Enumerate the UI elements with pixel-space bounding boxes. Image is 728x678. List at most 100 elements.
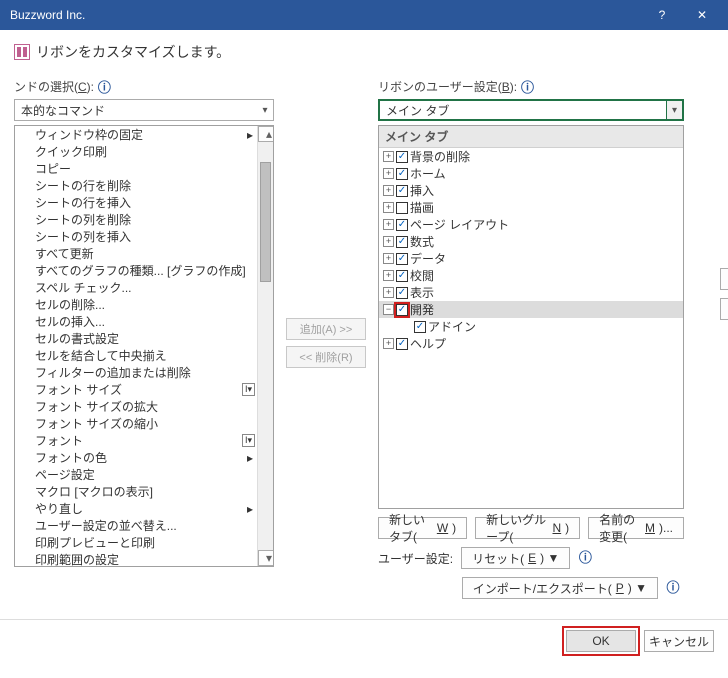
info-icon[interactable] xyxy=(578,551,592,565)
remove-button[interactable]: << 削除(R) xyxy=(286,346,366,368)
new-group-button[interactable]: 新しいグループ(N) xyxy=(475,517,580,539)
command-icon xyxy=(17,298,31,312)
list-item[interactable]: ページ設定 xyxy=(15,466,257,483)
expand-icon[interactable]: + xyxy=(383,219,394,230)
tree-row[interactable]: +データ xyxy=(379,250,683,267)
list-item[interactable]: シートの列を削除 xyxy=(15,211,257,228)
info-icon[interactable] xyxy=(97,81,111,95)
reset-button[interactable]: リセット(E) ▼ xyxy=(461,547,570,569)
list-item[interactable]: スペル チェック... xyxy=(15,279,257,296)
list-item[interactable]: セルの書式設定 xyxy=(15,330,257,347)
tree-row[interactable]: +校閲 xyxy=(379,267,683,284)
checkbox[interactable] xyxy=(396,270,408,282)
tree-row[interactable]: − 開発 xyxy=(379,301,683,318)
list-item[interactable]: シートの列を挿入 xyxy=(15,228,257,245)
list-item[interactable]: 印刷プレビューと印刷 xyxy=(15,534,257,551)
close-button[interactable]: ✕ xyxy=(682,0,722,30)
list-item[interactable]: シートの行を挿入 xyxy=(15,194,257,211)
expand-icon[interactable]: + xyxy=(383,151,394,162)
checkbox[interactable] xyxy=(396,338,408,350)
tree-row[interactable]: +挿入 xyxy=(379,182,683,199)
expand-icon[interactable]: + xyxy=(383,236,394,247)
expand-icon[interactable]: + xyxy=(383,338,394,349)
command-icon xyxy=(17,349,31,363)
tree-row[interactable]: +背景の削除 xyxy=(379,148,683,165)
checkbox[interactable] xyxy=(396,185,408,197)
checkbox[interactable] xyxy=(396,168,408,180)
titlebar: Buzzword Inc. ? ✕ xyxy=(0,0,728,30)
help-button[interactable]: ? xyxy=(642,0,682,30)
chevron-down-icon xyxy=(257,100,273,120)
expand-icon[interactable]: + xyxy=(383,253,394,264)
command-icon xyxy=(17,383,31,397)
tree-label: 開発 xyxy=(410,301,434,318)
scroll-up[interactable]: ▴ xyxy=(258,126,274,142)
list-item[interactable]: セルの削除... xyxy=(15,296,257,313)
list-item[interactable]: フォントI▾ xyxy=(15,432,257,449)
tree-row[interactable]: + ホーム xyxy=(379,165,683,182)
new-tab-button[interactable]: 新しいタブ(W) xyxy=(378,517,467,539)
list-item[interactable]: セルの挿入... xyxy=(15,313,257,330)
checkbox[interactable] xyxy=(396,253,408,265)
checkbox[interactable] xyxy=(396,202,408,214)
ribbon-combo[interactable]: メイン タブ xyxy=(378,99,684,121)
tree-row[interactable]: +表示 xyxy=(379,284,683,301)
list-item[interactable]: コピー xyxy=(15,160,257,177)
expand-icon[interactable]: + xyxy=(383,202,394,213)
list-item[interactable]: ユーザー設定の並べ替え... xyxy=(15,517,257,534)
expand-icon[interactable]: + xyxy=(383,168,394,179)
list-item[interactable]: ウィンドウ枠の固定▸ xyxy=(15,126,257,143)
commands-listbox[interactable]: ウィンドウ枠の固定▸クイック印刷コピーシートの行を削除シートの行を挿入シートの列… xyxy=(14,125,274,567)
list-item[interactable]: フォント サイズの縮小 xyxy=(15,415,257,432)
checkbox[interactable] xyxy=(396,304,408,316)
list-item[interactable]: 印刷範囲の設定 xyxy=(15,551,257,566)
tree-row[interactable]: +数式 xyxy=(379,233,683,250)
ribbon-tree[interactable]: メイン タブ +背景の削除+ホーム+挿入+描画+ページ レイアウト+数式+データ… xyxy=(378,125,684,509)
commands-combo-text: 本的なコマンド xyxy=(21,102,105,119)
list-item[interactable]: セルを結合して中央揃え xyxy=(15,347,257,364)
page-heading: リボンをカスタマイズします。 xyxy=(14,42,714,62)
cancel-button[interactable]: キャンセル xyxy=(644,630,714,652)
expand-icon[interactable]: + xyxy=(383,287,394,298)
scrollbar[interactable]: ▴ ▾ xyxy=(257,126,273,566)
expand-icon[interactable]: + xyxy=(383,185,394,196)
list-item[interactable]: マクロ [マクロの表示] xyxy=(15,483,257,500)
expand-icon[interactable]: + xyxy=(383,270,394,281)
ok-button[interactable]: OK xyxy=(566,630,636,652)
list-item[interactable]: フォント サイズI▾ xyxy=(15,381,257,398)
move-down-button[interactable]: ▾ xyxy=(720,298,728,320)
tree-row[interactable]: +描画 xyxy=(379,199,683,216)
info-icon[interactable] xyxy=(666,581,680,595)
checkbox[interactable] xyxy=(396,151,408,163)
expand-icon[interactable]: − xyxy=(383,304,394,315)
submenu-arrow-icon: ▸ xyxy=(247,128,255,142)
list-item[interactable]: すべて更新 xyxy=(15,245,257,262)
list-item[interactable]: クイック印刷 xyxy=(15,143,257,160)
command-icon xyxy=(17,519,31,533)
list-item[interactable]: すべてのグラフの種類... [グラフの作成] xyxy=(15,262,257,279)
heading-text: リボンをカスタマイズします。 xyxy=(36,42,230,62)
checkbox[interactable] xyxy=(396,219,408,231)
command-icon xyxy=(17,128,31,142)
list-item[interactable]: シートの行を削除 xyxy=(15,177,257,194)
command-icon xyxy=(17,485,31,499)
move-up-button[interactable]: ▴ xyxy=(720,268,728,290)
checkbox[interactable] xyxy=(414,321,426,333)
info-icon[interactable] xyxy=(520,81,534,95)
tree-row[interactable]: +ヘルプ xyxy=(379,335,683,352)
scroll-thumb[interactable] xyxy=(260,162,271,282)
list-item[interactable]: フィルターの追加または削除 xyxy=(15,364,257,381)
commands-combo[interactable]: 本的なコマンド xyxy=(14,99,274,121)
rename-button[interactable]: 名前の変更(M)... xyxy=(588,517,684,539)
tree-row[interactable]: アドイン xyxy=(379,318,683,335)
list-item[interactable]: フォントの色▸ xyxy=(15,449,257,466)
scroll-down[interactable]: ▾ xyxy=(258,550,274,566)
checkbox[interactable] xyxy=(396,236,408,248)
add-button[interactable]: 追加(A) >> xyxy=(286,318,366,340)
list-item[interactable]: フォント サイズの拡大 xyxy=(15,398,257,415)
tree-row[interactable]: +ページ レイアウト xyxy=(379,216,683,233)
checkbox[interactable] xyxy=(396,287,408,299)
list-item[interactable]: やり直し▸ xyxy=(15,500,257,517)
import-export-button[interactable]: インポート/エクスポート(P) ▼ xyxy=(462,577,658,599)
tree-label: ホーム xyxy=(410,165,446,182)
